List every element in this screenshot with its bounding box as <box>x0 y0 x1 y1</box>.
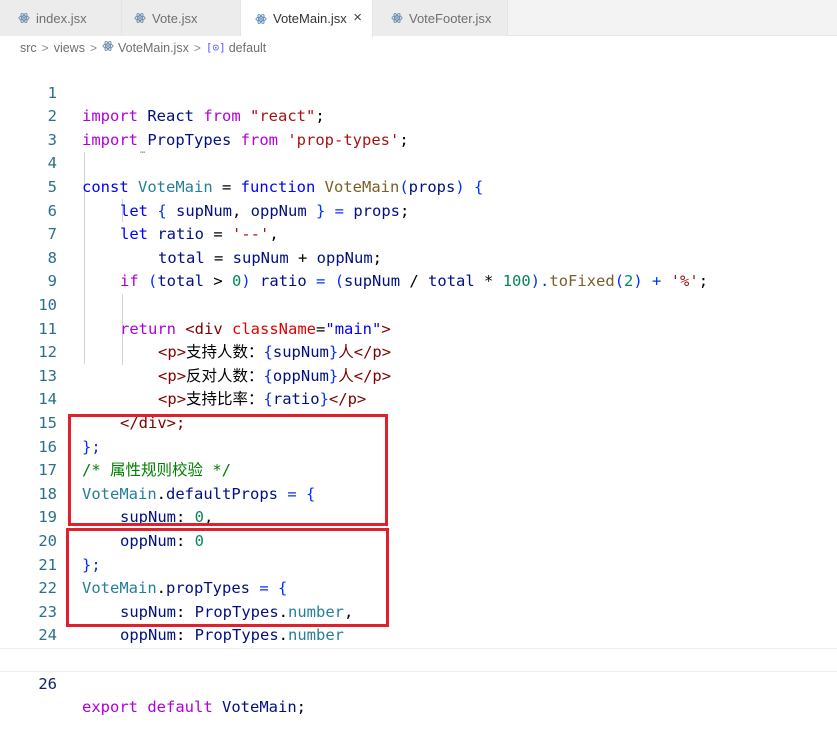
react-icon <box>134 12 146 24</box>
code-line: 15 }; <box>0 388 837 456</box>
highlight-box-prop-types <box>66 528 389 627</box>
code-line: 25 <box>0 624 837 668</box>
breadcrumb-item-file[interactable]: VoteMain.jsx <box>118 41 189 55</box>
code-line-current: 26 export default VoteMain; <box>0 648 837 716</box>
code-line: 13 <p>支持比率：{ratio}</p> <box>0 341 837 409</box>
code-line: 5 let { supNum, oppNum } = props; <box>0 152 837 220</box>
tab-label: VoteFooter.jsx <box>409 10 492 26</box>
code-line: 9 <box>0 247 837 290</box>
code-line: 4 const VoteMain = function VoteMain(pro… <box>0 129 837 196</box>
close-icon[interactable]: × <box>353 10 362 26</box>
react-icon <box>391 12 403 24</box>
highlight-box-default-props <box>68 414 388 526</box>
code-line: 3 <box>0 105 837 149</box>
code-line: 14 </div>; <box>0 365 837 432</box>
code-line: 6 let ratio = '--', <box>0 176 837 244</box>
code-editor[interactable]: 1 import React from "react"; 2 import Pr… <box>0 58 837 716</box>
code-line: 12 <p>反对人数：{oppNum}人</p> <box>0 318 837 385</box>
tab-label: index.jsx <box>36 10 87 26</box>
tab-votefooter-jsx[interactable]: VoteFooter.jsx <box>373 0 508 36</box>
code-line: 10 return <div className="main"> <box>0 270 837 338</box>
react-icon <box>18 12 30 24</box>
tab-index-jsx[interactable]: index.jsx <box>0 0 122 36</box>
code-line: 1 import React from "react"; <box>0 58 837 126</box>
breadcrumb-item-symbol[interactable]: default <box>229 41 267 55</box>
chevron-right-icon: > <box>41 40 49 55</box>
breadcrumb-item-views[interactable]: views <box>54 41 85 55</box>
react-icon <box>255 13 267 25</box>
chevron-right-icon: > <box>193 40 201 55</box>
code-line: 11 <p>支持人数：{supNum}人</p> <box>0 294 837 362</box>
tab-votemain-jsx[interactable]: VoteMain.jsx × <box>241 0 373 37</box>
react-icon <box>102 40 114 55</box>
editor-tab-bar: index.jsx Vote.jsx VoteMain.jsx × VoteFo… <box>0 0 837 37</box>
tab-vote-jsx[interactable]: Vote.jsx <box>122 0 241 36</box>
code-line: 2 import PropTypes from 'prop-types'; <box>0 82 837 149</box>
symbol-variable-icon: [⊙] <box>205 41 226 54</box>
line-number: 26 <box>38 674 57 693</box>
code-line: 7 total = supNum + oppNum; <box>0 200 837 267</box>
breadcrumb: src > views > VoteMain.jsx > [⊙] default <box>0 37 837 58</box>
tab-label: Vote.jsx <box>152 10 198 26</box>
code-line: 8 if (total > 0) ratio = (supNum / total… <box>0 223 837 291</box>
tab-label: VoteMain.jsx <box>273 11 347 26</box>
breadcrumb-item-src[interactable]: src <box>20 41 37 55</box>
chevron-right-icon: > <box>89 40 97 55</box>
